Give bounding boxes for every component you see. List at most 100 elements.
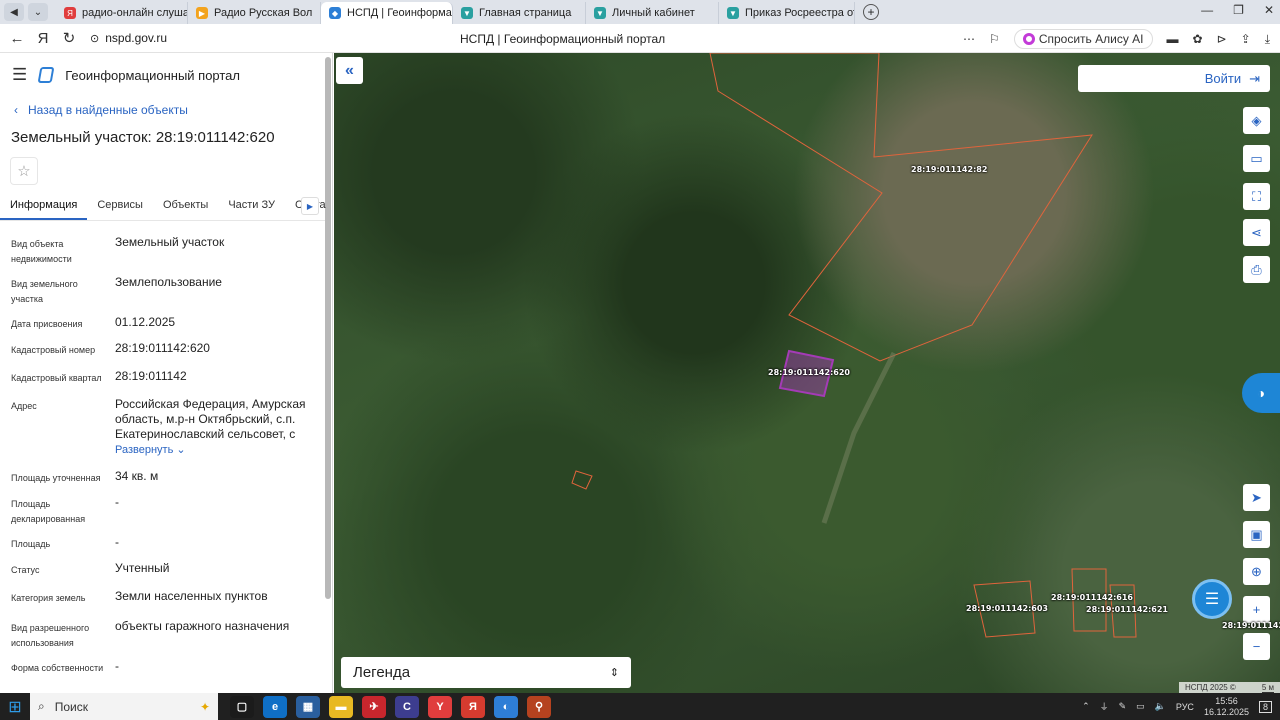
pen-icon[interactable]: ✎ bbox=[1119, 701, 1127, 712]
share-icon[interactable]: ⇪ bbox=[1241, 32, 1251, 46]
bookmark-icon[interactable]: ⚐ bbox=[989, 32, 1000, 46]
parcel-label[interactable]: 28:19:011142:603 bbox=[966, 604, 1048, 613]
back-to-results-link[interactable]: ‹ Назад в найденные объекты bbox=[14, 103, 188, 117]
page-title: НСПД | Геоинформационный портал bbox=[460, 32, 666, 46]
clock-time: 15:56 bbox=[1215, 695, 1238, 706]
browser-tab[interactable]: ◆НСПД | Геоинформац✕ bbox=[321, 2, 453, 24]
audio-icon[interactable]: ◀ bbox=[4, 3, 24, 21]
parcel-label[interactable]: 28:19:011142 bbox=[1222, 621, 1280, 630]
lang-indicator[interactable]: РУС bbox=[1176, 702, 1194, 712]
assistant-icon[interactable]: ◑ bbox=[1242, 373, 1280, 413]
browser-tab[interactable]: Ярадио-онлайн слушать с✕ bbox=[56, 2, 188, 24]
parcel-small-outline[interactable] bbox=[571, 470, 593, 490]
address-bar: ← Я ↻ ⊙ nspd.gov.ru НСПД | Геоинформацио… bbox=[0, 24, 1280, 53]
ruler-icon[interactable]: ▭ bbox=[1243, 145, 1270, 172]
property-key: Площадь bbox=[11, 539, 51, 549]
store-icon[interactable]: ▦ bbox=[296, 695, 320, 718]
login-button[interactable]: Войти ⇥ bbox=[1078, 65, 1270, 92]
search-location-icon[interactable]: ⊕ bbox=[1243, 558, 1270, 585]
layers-icon[interactable]: ◈ bbox=[1243, 107, 1270, 134]
media-icon[interactable]: ⊳ bbox=[1217, 32, 1227, 46]
collapse-panel-button[interactable]: « bbox=[336, 57, 363, 84]
chevron-down-icon[interactable]: ⌄ bbox=[28, 3, 48, 21]
chevron-down-icon: ⌄ bbox=[176, 444, 186, 456]
info-tab[interactable]: Объекты bbox=[153, 193, 218, 220]
browser-tab[interactable]: ▼ Главная страница bbox=[453, 2, 586, 24]
map-view[interactable]: « Войти ⇥ ◈ ▭ ⛶ ⋖ ⎙ ◑ ➤ ▣ ⊕ ☰ + − Легенд… bbox=[334, 53, 1280, 693]
restore-icon[interactable]: ❐ bbox=[1233, 3, 1244, 17]
legend-dropdown[interactable]: Легенда ⇕ bbox=[341, 657, 631, 688]
minimap-icon[interactable]: ▣ bbox=[1243, 521, 1270, 548]
yandex-browser-icon[interactable]: Y bbox=[428, 695, 452, 718]
reload-icon[interactable]: ↻ bbox=[56, 29, 82, 47]
gosuslugi-icon: ▼ bbox=[461, 7, 473, 19]
clock-date: 16.12.2025 bbox=[1203, 706, 1249, 717]
property-key: Вид земельного участка bbox=[11, 279, 78, 304]
select-area-icon[interactable]: ⛶ bbox=[1243, 183, 1270, 210]
favorite-star-icon[interactable]: ☆ bbox=[10, 157, 38, 185]
windows-start-icon[interactable]: ⊞ bbox=[0, 697, 30, 717]
property-value-text: Землепользование bbox=[115, 275, 222, 289]
tabs-scroll-right-icon[interactable]: ▶ bbox=[301, 197, 319, 215]
share-icon[interactable]: ⋖ bbox=[1243, 219, 1270, 246]
volume-icon[interactable]: 🔈 bbox=[1155, 701, 1166, 712]
property-key: Адрес bbox=[11, 401, 37, 411]
edge-icon[interactable]: e bbox=[263, 695, 287, 718]
chevron-up-icon[interactable]: ⌃ bbox=[1082, 701, 1090, 712]
app-icon[interactable]: ✈ bbox=[362, 695, 386, 718]
parcel-label[interactable]: 28:19:011142:616 bbox=[1051, 593, 1133, 602]
yandex-icon[interactable]: Я bbox=[30, 30, 56, 47]
zoom-in-icon[interactable]: + bbox=[1243, 596, 1270, 623]
parcel-label[interactable]: 28:19:011142:82 bbox=[911, 165, 987, 174]
browser-tab-label: Радио Русская Вол bbox=[214, 7, 313, 19]
browser-tab[interactable]: ▶Радио Русская Вол✕ bbox=[188, 2, 321, 24]
app-icon[interactable]: ◐ bbox=[494, 695, 518, 718]
yandex-icon[interactable]: Я bbox=[461, 695, 485, 718]
search-icon: ⌕ bbox=[38, 699, 45, 713]
chat-icon[interactable]: ☰ bbox=[1192, 579, 1232, 619]
property-value-text: 28:19:011142:620 bbox=[115, 341, 210, 355]
browser-tab[interactable]: ▼ Приказ Росреестра от 10 bbox=[719, 2, 855, 24]
parcel-label[interactable]: 28:19:011142:620 bbox=[768, 368, 850, 377]
parcel-82-outline[interactable] bbox=[709, 53, 1093, 362]
map-attribution: НСПД 2025 © 5 м bbox=[1178, 682, 1280, 693]
info-tab[interactable]: Сервисы bbox=[87, 193, 153, 220]
zoom-out-icon[interactable]: − bbox=[1243, 633, 1270, 660]
battery-icon[interactable]: ▭ bbox=[1136, 701, 1145, 712]
downloads-icon[interactable]: ⤓ bbox=[1265, 32, 1270, 47]
extension-icon[interactable]: ✿ bbox=[1193, 32, 1203, 46]
parcel-label[interactable]: 28:19:011142:621 bbox=[1086, 605, 1168, 614]
extension-icon[interactable]: ▬ bbox=[1167, 32, 1179, 46]
browser-tab-label: Личный кабинет bbox=[612, 7, 695, 19]
ya-icon: Я bbox=[64, 7, 76, 19]
portal-title: Геоинформационный портал bbox=[65, 67, 240, 83]
info-tab[interactable]: Части ЗУ bbox=[218, 193, 285, 220]
info-tab[interactable]: Информация bbox=[0, 193, 88, 220]
expand-address-link[interactable]: Развернуть ⌄ bbox=[115, 443, 307, 458]
browser-tab[interactable]: ▼ Личный кабинет bbox=[586, 2, 719, 24]
new-tab-button[interactable]: + bbox=[863, 4, 879, 20]
more-icon[interactable]: ⋯ bbox=[963, 32, 975, 46]
app-icon[interactable]: C bbox=[395, 695, 419, 718]
folder-icon[interactable]: ▬ bbox=[329, 695, 353, 718]
alisa-button[interactable]: Спросить Алису AI bbox=[1013, 29, 1153, 49]
usb-icon[interactable]: ⏚ bbox=[1100, 700, 1109, 713]
property-key: Дата присвоения bbox=[11, 319, 83, 329]
chevron-left-icon: ‹ bbox=[14, 103, 18, 117]
geolocation-icon[interactable]: ➤ bbox=[1243, 484, 1270, 511]
property-value-text: - bbox=[115, 659, 119, 673]
clock[interactable]: 15:56 16.12.2025 bbox=[1204, 696, 1249, 718]
app-icon[interactable]: ⚲ bbox=[527, 695, 551, 718]
task-view-icon[interactable]: ▢ bbox=[230, 695, 254, 718]
back-icon[interactable]: ← bbox=[4, 30, 30, 47]
panel-scrollbar[interactable] bbox=[325, 57, 331, 599]
url-field[interactable]: ⊙ nspd.gov.ru bbox=[90, 31, 167, 45]
taskbar-search[interactable]: ⌕ Поиск ✦ bbox=[30, 693, 218, 720]
browser-tab-label: радио-онлайн слушать с bbox=[82, 7, 188, 19]
close-icon[interactable]: ✕ bbox=[1264, 3, 1274, 17]
print-icon[interactable]: ⎙ bbox=[1243, 256, 1270, 283]
notifications-badge[interactable]: 8 bbox=[1258, 700, 1272, 713]
menu-icon[interactable]: ☰ bbox=[12, 65, 27, 85]
minimize-icon[interactable]: — bbox=[1201, 3, 1213, 17]
object-title: Земельный участок: 28:19:011142:620 bbox=[11, 129, 275, 146]
